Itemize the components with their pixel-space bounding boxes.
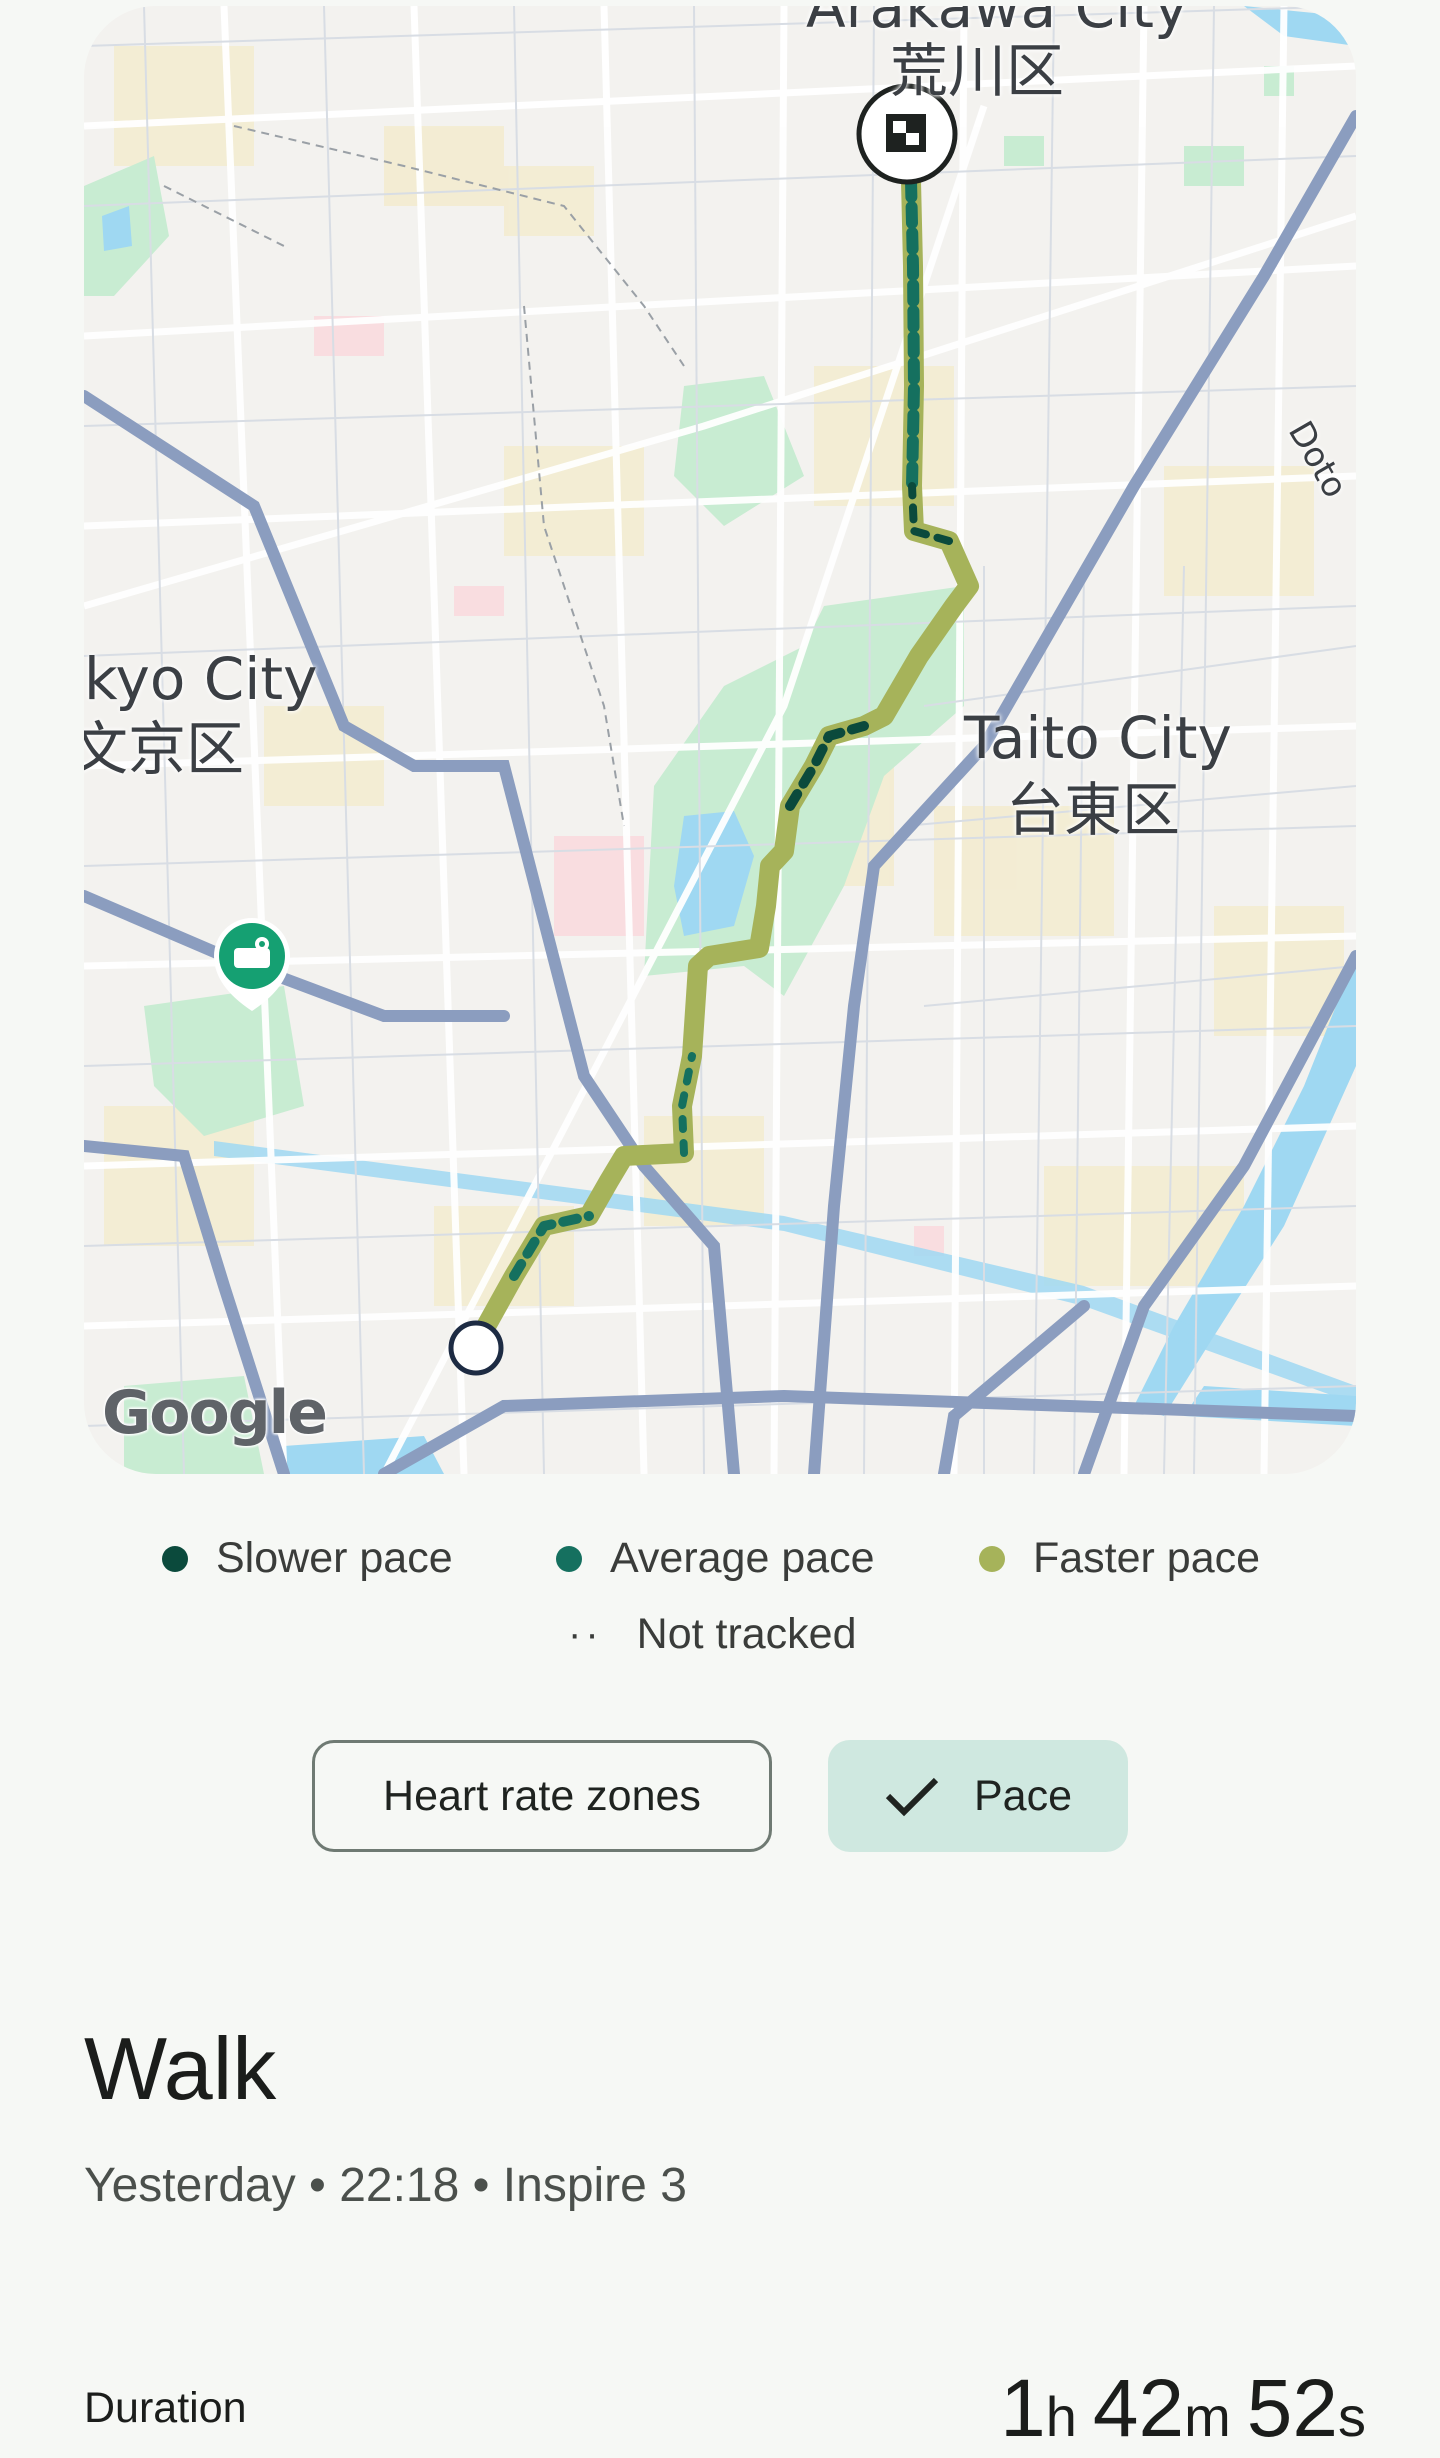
google-attribution-logo: Google <box>102 1378 328 1448</box>
legend-faster: Faster pace <box>979 1534 1260 1583</box>
slower-dot-icon <box>162 1545 188 1572</box>
pace-legend: Slower pace Average pace Faster pace ·· … <box>0 1530 1440 1670</box>
route-start-marker <box>448 1320 504 1376</box>
duration-label: Duration <box>84 2384 247 2432</box>
legend-not-tracked-label: Not tracked <box>636 1610 857 1658</box>
map-label-arakawa-ja: 荒川区 <box>890 37 1065 105</box>
activity-subtitle: Yesterday • 22:18 • Inspire 3 <box>84 2159 687 2212</box>
heart-rate-zones-chip[interactable]: Heart rate zones <box>312 1740 772 1852</box>
map-label-arakawa-en: Arakawa City <box>806 6 1189 41</box>
duration-hours: 1 <box>1000 2363 1046 2454</box>
duration-minutes-unit: m <box>1184 2385 1231 2448</box>
pace-chip[interactable]: Pace <box>828 1740 1128 1852</box>
map-label-bunkyo-ja: 文京区 <box>84 715 245 783</box>
duration-seconds-unit: s <box>1338 2385 1366 2448</box>
faster-dot-icon <box>979 1545 1005 1572</box>
duration-seconds: 52 <box>1246 2363 1338 2454</box>
map-label-taito-en: Taito City <box>964 704 1232 772</box>
map-label-bunkyo-en: kyo City <box>84 645 318 713</box>
map-label-taito-ja: 台東区 <box>1006 776 1181 844</box>
activity-title: Walk <box>84 2019 277 2118</box>
legend-average-label: Average pace <box>610 1534 875 1582</box>
duration-hours-unit: h <box>1045 2385 1077 2448</box>
heart-rate-zones-label: Heart rate zones <box>383 1771 701 1820</box>
route-map[interactable]: Arakawa City 荒川区 kyo City 文京区 Taito City… <box>84 6 1356 1474</box>
legend-faster-label: Faster pace <box>1033 1534 1261 1582</box>
legend-slower: Slower pace <box>162 1534 453 1583</box>
average-dot-icon <box>556 1545 582 1572</box>
dotted-line-icon: ·· <box>568 1612 603 1656</box>
legend-average: Average pace <box>556 1534 875 1583</box>
legend-not-tracked: ·· Not tracked <box>568 1610 857 1659</box>
pace-label: Pace <box>973 1771 1072 1820</box>
legend-slower-label: Slower pace <box>216 1534 453 1582</box>
duration-minutes: 42 <box>1092 2363 1185 2454</box>
duration-value: 1h 42m 52s <box>1000 2362 1366 2456</box>
checkmark-icon <box>884 1774 940 1818</box>
